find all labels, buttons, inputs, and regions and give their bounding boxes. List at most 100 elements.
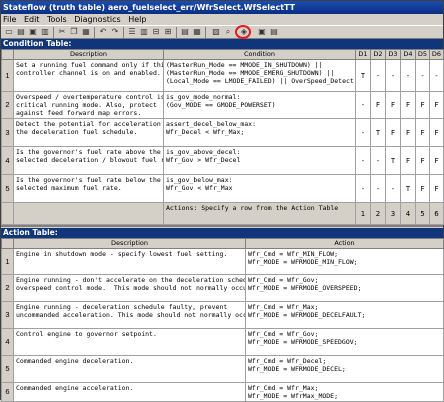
- action-reference-cell[interactable]: 3: [385, 202, 401, 225]
- decision-cell[interactable]: -: [385, 59, 401, 92]
- action-reference-cell[interactable]: 1: [355, 202, 371, 225]
- edit-data-icon[interactable]: ▤: [180, 27, 190, 37]
- condition-cell[interactable]: is_gov_above_decel: Wfr_Gov > Wfr_Decel: [163, 146, 356, 175]
- cut-icon[interactable]: ✂: [57, 27, 67, 37]
- insert-column-icon[interactable]: ▥: [139, 27, 149, 37]
- row-number[interactable]: 1: [1, 248, 14, 275]
- condition-description-cell[interactable]: Is the governor's fuel rate above the se…: [13, 146, 164, 175]
- action-reference-cell[interactable]: 4: [400, 202, 416, 225]
- row-number[interactable]: 3: [1, 118, 14, 147]
- save-icon[interactable]: ▣: [28, 27, 38, 37]
- decision-cell[interactable]: -: [355, 118, 371, 147]
- row-number[interactable]: 4: [1, 146, 14, 175]
- action-description-cell[interactable]: Commanded engine deceleration.: [13, 355, 246, 383]
- menu-file[interactable]: File: [3, 15, 16, 24]
- menu-tools[interactable]: Tools: [47, 15, 67, 24]
- decision-header-d3[interactable]: D3: [385, 49, 401, 60]
- action-reference-cell[interactable]: 2: [370, 202, 386, 225]
- decision-cell[interactable]: -: [355, 174, 371, 203]
- redo-icon[interactable]: ↷: [110, 27, 120, 37]
- model-explorer-icon[interactable]: ▣: [257, 27, 267, 37]
- row-number[interactable]: 4: [1, 328, 14, 356]
- decision-cell[interactable]: F: [415, 146, 430, 175]
- action-description-cell[interactable]: Engine running - don't accelerate on the…: [13, 274, 246, 302]
- menu-help[interactable]: Help: [128, 15, 146, 24]
- condition-cell[interactable]: is_gov_below_max: Wfr_Gov < Wfr_Max: [163, 174, 356, 203]
- decision-cell[interactable]: T: [355, 59, 371, 92]
- decision-cell[interactable]: -: [355, 91, 371, 119]
- decision-cell[interactable]: F: [370, 91, 386, 119]
- decision-cell[interactable]: F: [429, 146, 444, 175]
- row-number[interactable]: 6: [1, 382, 14, 402]
- decision-header-d1[interactable]: D1: [355, 49, 371, 60]
- decision-cell[interactable]: F: [429, 91, 444, 119]
- decision-cell[interactable]: F: [415, 174, 430, 203]
- action-description-cell[interactable]: Commanded engine acceleration.: [13, 382, 246, 402]
- new-icon[interactable]: ▭: [4, 27, 14, 37]
- action-cell[interactable]: Wfr_Cmd = Wfr_Gov; Wfr_MODE = WFRMODE_SP…: [245, 328, 444, 356]
- action-reference-cell[interactable]: 6: [429, 202, 444, 225]
- decision-header-d4[interactable]: D4: [400, 49, 416, 60]
- decision-header-d5[interactable]: D5: [415, 49, 430, 60]
- condition-description-cell[interactable]: Detect the potential for acceleration on…: [13, 118, 164, 147]
- copy-icon[interactable]: ❐: [69, 27, 79, 37]
- action-cell[interactable]: Wfr_Cmd = Wfr_MIN_FLOW; Wfr_MODE = WFRMO…: [245, 248, 444, 275]
- row-number[interactable]: 2: [1, 91, 14, 119]
- decision-cell[interactable]: F: [415, 91, 430, 119]
- condition-description-cell[interactable]: Set a running fuel command only if this …: [13, 59, 164, 92]
- decision-cell[interactable]: F: [400, 118, 416, 147]
- decision-header-d6[interactable]: D6: [429, 49, 444, 60]
- decision-cell[interactable]: -: [415, 59, 430, 92]
- decision-cell[interactable]: F: [429, 174, 444, 203]
- decision-cell[interactable]: F: [429, 118, 444, 147]
- row-number[interactable]: 1: [1, 59, 14, 92]
- condition-cell[interactable]: assert_decel_below_max: Wfr_Decel < Wfr_…: [163, 118, 356, 147]
- decision-cell[interactable]: -: [370, 174, 386, 203]
- paste-icon[interactable]: ▦: [81, 27, 91, 37]
- decision-cell[interactable]: -: [385, 174, 401, 203]
- decision-cell[interactable]: -: [355, 146, 371, 175]
- table-divider[interactable]: [1, 225, 443, 227]
- action-description-cell[interactable]: Control engine to governor setpoint.: [13, 328, 246, 356]
- decision-cell[interactable]: T: [370, 118, 386, 147]
- decision-cell[interactable]: F: [385, 118, 401, 147]
- row-number[interactable]: 2: [1, 274, 14, 302]
- menu-diagnostics[interactable]: Diagnostics: [74, 15, 120, 24]
- row-number[interactable]: 5: [1, 174, 14, 203]
- decision-cell[interactable]: -: [370, 146, 386, 175]
- help-icon[interactable]: ▤: [269, 27, 279, 37]
- condition-cell[interactable]: (MasterRun_Mode == MMODE_IN_SHUTDOWN) ||…: [163, 59, 356, 92]
- decision-cell[interactable]: F: [400, 91, 416, 119]
- delete-row-icon[interactable]: ⊟: [151, 27, 161, 37]
- condition-cell[interactable]: is_gov_mode_normal: (Gov_MODE == GMODE_P…: [163, 91, 356, 119]
- condition-description-cell[interactable]: Overspeed / overtemperature control is a…: [13, 91, 164, 119]
- row-number[interactable]: 5: [1, 355, 14, 383]
- decision-cell[interactable]: T: [385, 146, 401, 175]
- highlight-icon[interactable]: ▧: [211, 27, 221, 37]
- decision-cell[interactable]: -: [429, 59, 444, 92]
- open-icon[interactable]: ▤: [16, 27, 26, 37]
- decision-cell[interactable]: F: [385, 91, 401, 119]
- action-reference-cell[interactable]: 5: [415, 202, 430, 225]
- condition-description-cell[interactable]: Is the governor's fuel rate below the se…: [13, 174, 164, 203]
- menu-edit[interactable]: Edit: [24, 15, 40, 24]
- decision-cell[interactable]: -: [400, 59, 416, 92]
- decision-cell[interactable]: F: [400, 146, 416, 175]
- action-cell[interactable]: Wfr_Cmd = Wfr_Gov; Wfr_MODE = WFRMODE_OV…: [245, 274, 444, 302]
- action-cell[interactable]: Wfr_Cmd = Wfr_Decel; Wfr_MODE = WFRMODE_…: [245, 355, 444, 383]
- action-cell[interactable]: Wfr_Cmd = Wfr_Max; Wfr_MODE = WFRMODE_DE…: [245, 301, 444, 329]
- decision-cell[interactable]: T: [400, 174, 416, 203]
- action-cell[interactable]: Wfr_Cmd = Wfr_Max; Wfr_MODE = WfrMax_MOD…: [245, 382, 444, 402]
- row-number[interactable]: 3: [1, 301, 14, 329]
- insert-row-icon[interactable]: ☰: [127, 27, 137, 37]
- search-icon[interactable]: ⌕: [223, 27, 233, 37]
- action-description-cell[interactable]: Engine in shutdown mode - specify lowest…: [13, 248, 246, 275]
- undo-icon[interactable]: ↶: [98, 27, 108, 37]
- decision-cell[interactable]: F: [415, 118, 430, 147]
- print-icon[interactable]: ▥: [40, 27, 50, 37]
- decision-header-d2[interactable]: D2: [370, 49, 386, 60]
- delete-column-icon[interactable]: ⊞: [163, 27, 173, 37]
- run-diagnostics-icon[interactable]: ▦: [192, 27, 202, 37]
- decision-cell[interactable]: -: [370, 59, 386, 92]
- action-description-cell[interactable]: Engine running - deceleration schedule f…: [13, 301, 246, 329]
